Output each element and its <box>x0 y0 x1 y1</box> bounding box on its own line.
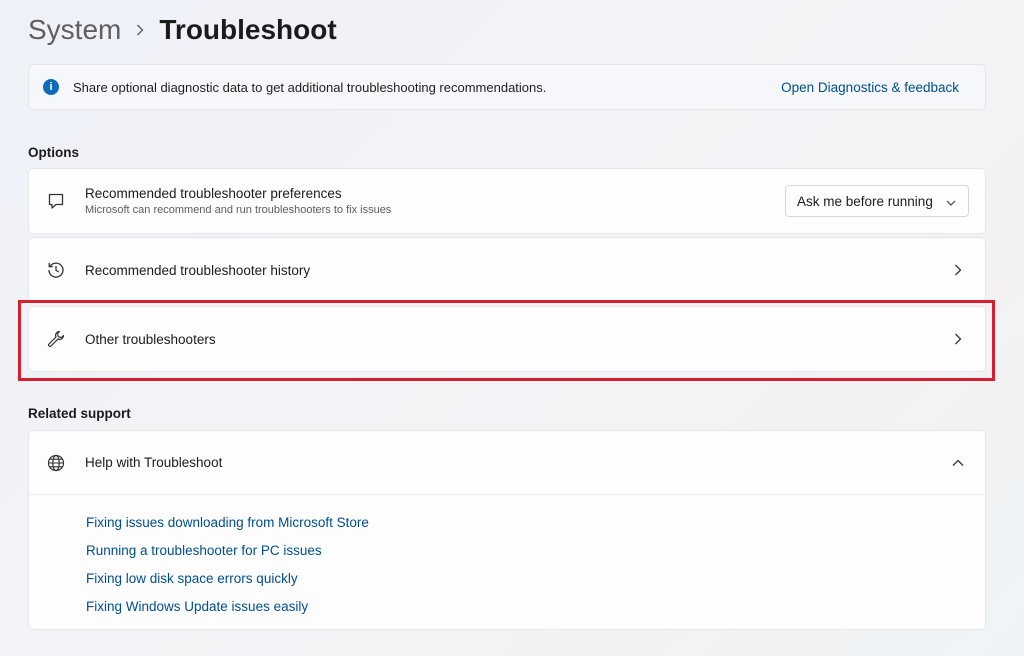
help-with-troubleshoot-card: Help with Troubleshoot Fixing issues dow… <box>28 430 986 630</box>
chevron-right-icon <box>135 23 145 37</box>
chevron-down-icon <box>946 194 956 209</box>
troubleshooter-preferences-card: Recommended troubleshooter preferences M… <box>28 168 986 234</box>
preferences-subtitle: Microsoft can recommend and run troubles… <box>85 204 392 216</box>
help-link-pc-issues[interactable]: Running a troubleshooter for PC issues <box>86 542 985 559</box>
wrench-icon <box>45 328 67 350</box>
dropdown-value: Ask me before running <box>797 193 933 209</box>
help-header[interactable]: Help with Troubleshoot <box>29 431 985 495</box>
help-links-list: Fixing issues downloading from Microsoft… <box>29 495 985 615</box>
info-text: Share optional diagnostic data to get ad… <box>73 79 547 95</box>
help-link-windows-update[interactable]: Fixing Windows Update issues easily <box>86 598 985 615</box>
info-icon: i <box>43 79 59 95</box>
help-link-disk-space[interactable]: Fixing low disk space errors quickly <box>86 570 985 587</box>
help-title: Help with Troubleshoot <box>85 455 223 470</box>
other-troubleshooters-card[interactable]: Other troubleshooters <box>28 306 986 372</box>
options-section-title: Options <box>28 145 79 160</box>
preferences-title: Recommended troubleshooter preferences <box>85 186 342 201</box>
diagnostic-info-bar: i Share optional diagnostic data to get … <box>28 64 986 110</box>
preferences-dropdown[interactable]: Ask me before running <box>785 185 969 217</box>
page-title: Troubleshoot <box>159 14 337 45</box>
breadcrumb-system[interactable]: System <box>28 14 121 46</box>
help-link-microsoft-store[interactable]: Fixing issues downloading from Microsoft… <box>86 514 985 531</box>
related-support-title: Related support <box>28 406 131 421</box>
history-title: Recommended troubleshooter history <box>85 262 311 278</box>
history-icon <box>45 259 67 281</box>
chevron-right-icon <box>951 332 965 346</box>
chevron-right-icon <box>951 263 965 277</box>
troubleshooter-history-card[interactable]: Recommended troubleshooter history <box>28 237 986 303</box>
breadcrumb: System Troubleshoot <box>28 10 337 50</box>
open-diagnostics-link[interactable]: Open Diagnostics & feedback <box>781 80 959 95</box>
globe-icon <box>45 452 67 474</box>
other-troubleshooters-title: Other troubleshooters <box>85 331 216 347</box>
chevron-up-icon[interactable] <box>951 456 965 470</box>
chat-bubble-icon <box>45 190 67 212</box>
